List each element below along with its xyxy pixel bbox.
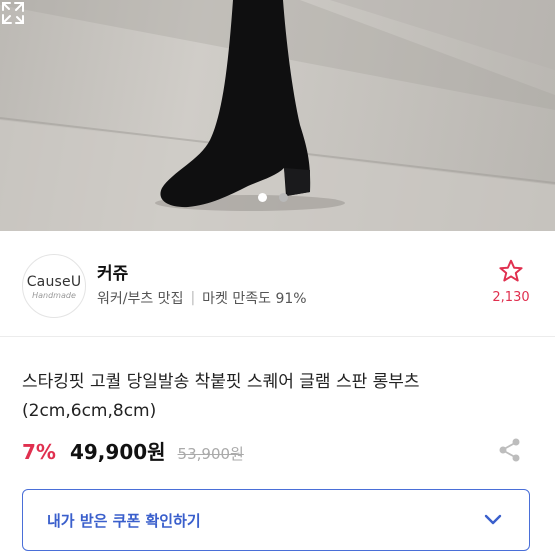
product-image-carousel[interactable]	[0, 0, 555, 231]
shop-info-row[interactable]: CauseU Handmade 커쥬 워커/부츠 맛집 | 마켓 만족도 91%…	[0, 232, 555, 337]
chevron-down-icon	[484, 514, 502, 525]
price-row: 7% 49,900원 53,900원	[22, 436, 244, 465]
expand-icon[interactable]	[0, 0, 26, 26]
carousel-indicators	[258, 193, 288, 202]
coupon-check-button[interactable]: 내가 받은 쿠폰 확인하기	[22, 489, 530, 551]
coupon-label: 내가 받은 쿠폰 확인하기	[47, 512, 201, 530]
share-icon[interactable]	[498, 437, 522, 463]
shop-logo[interactable]: CauseU Handmade	[22, 254, 86, 318]
shop-logo-text: CauseU	[26, 274, 82, 290]
shop-name[interactable]: 커쥬	[97, 259, 128, 284]
original-price: 53,900원	[177, 445, 244, 463]
star-outline-icon	[499, 259, 523, 282]
product-title: 스타킹핏 고퀄 당일발송 착붙핏 스퀘어 글램 스판 롱부츠 (2cm,6cm,…	[22, 372, 420, 421]
carousel-dot-2[interactable]	[279, 193, 288, 202]
meta-divider: |	[190, 290, 196, 306]
discount-rate: 7%	[22, 440, 56, 464]
sale-price: 49,900원	[69, 440, 166, 464]
favorite-count: 2,130	[492, 290, 530, 305]
favorite-button[interactable]: 2,130	[491, 258, 531, 305]
shop-category: 워커/부츠 맛집	[97, 291, 184, 307]
shop-logo-subtext: Handmade	[32, 291, 76, 300]
carousel-dot-1[interactable]	[258, 193, 267, 202]
shop-satisfaction: 마켓 만족도 91%	[202, 291, 307, 307]
shop-meta: 워커/부츠 맛집 | 마켓 만족도 91%	[97, 288, 307, 308]
